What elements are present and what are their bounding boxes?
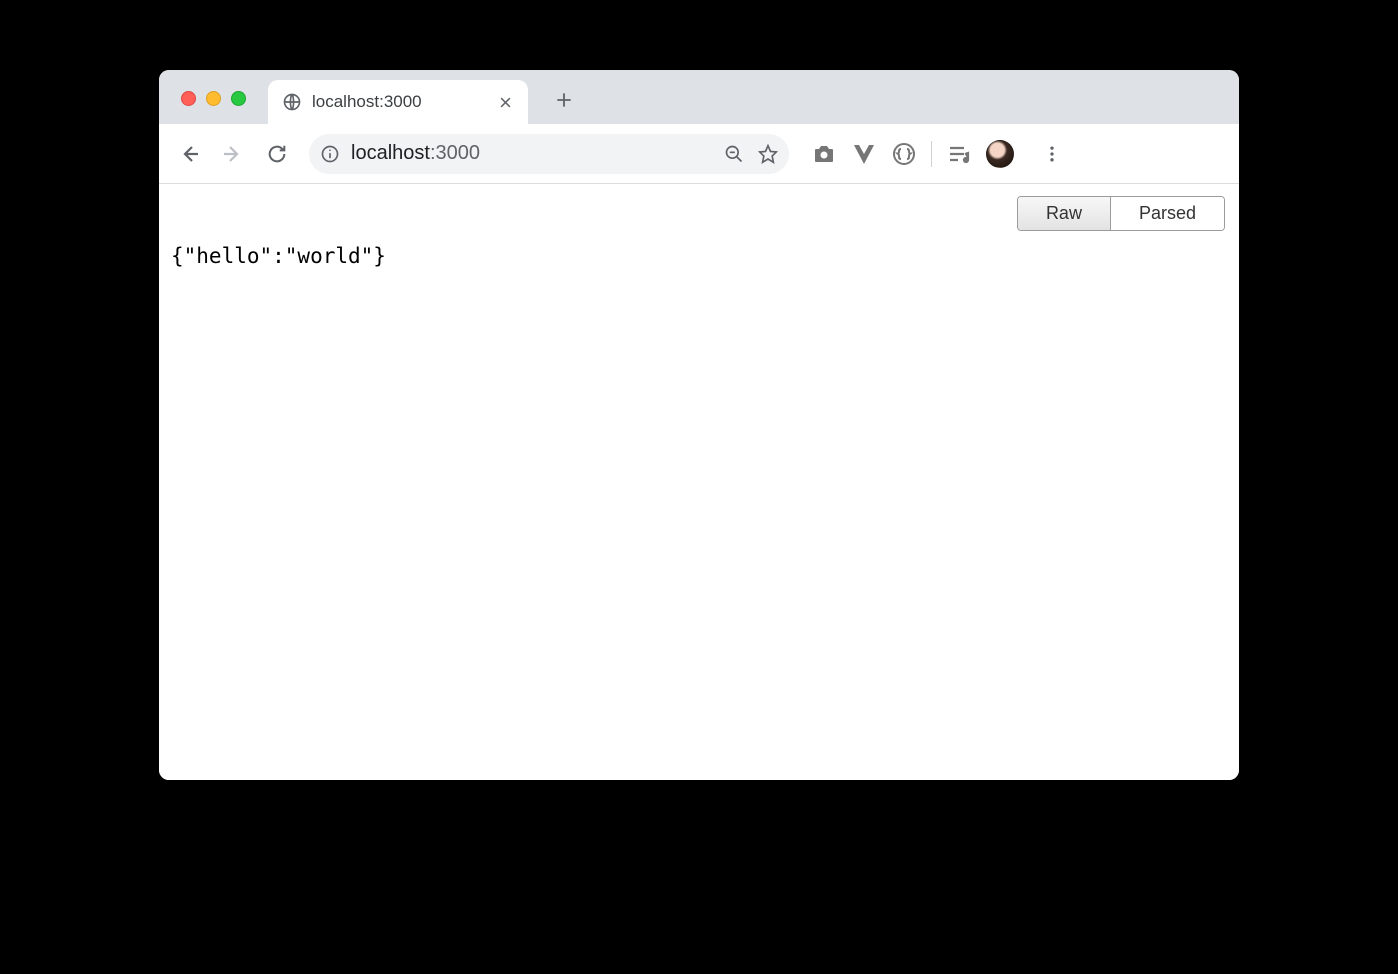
window-close-button[interactable]	[181, 91, 196, 106]
globe-icon	[282, 92, 302, 112]
separator	[931, 141, 932, 167]
json-braces-icon[interactable]	[891, 141, 917, 167]
browser-window: localhost:3000 localhost:3000	[159, 70, 1239, 780]
bookmark-star-icon[interactable]	[757, 143, 779, 165]
back-button[interactable]	[169, 134, 209, 174]
raw-tab[interactable]: Raw	[1018, 197, 1111, 230]
media-playlist-icon[interactable]	[946, 141, 972, 167]
new-tab-button[interactable]	[546, 82, 582, 118]
browser-tab[interactable]: localhost:3000	[268, 80, 528, 124]
address-bar[interactable]: localhost:3000	[309, 134, 789, 174]
browser-menu-icon[interactable]	[1034, 136, 1070, 172]
reload-button[interactable]	[257, 134, 297, 174]
forward-button[interactable]	[213, 134, 253, 174]
browser-toolbar: localhost:3000	[159, 124, 1239, 184]
url-host: localhost	[351, 142, 430, 164]
extensions-area	[811, 136, 1070, 172]
site-info-icon[interactable]	[319, 143, 341, 165]
response-body: {"hello":"world"}	[171, 244, 1227, 268]
parsed-tab[interactable]: Parsed	[1111, 197, 1224, 230]
tab-title: localhost:3000	[312, 92, 486, 112]
window-minimize-button[interactable]	[206, 91, 221, 106]
url-text: localhost:3000	[351, 142, 713, 165]
page-content: Raw Parsed {"hello":"world"}	[159, 184, 1239, 780]
view-toggle: Raw Parsed	[1017, 196, 1225, 231]
window-maximize-button[interactable]	[231, 91, 246, 106]
camera-icon[interactable]	[811, 141, 837, 167]
url-port: :3000	[430, 142, 480, 164]
zoom-out-icon[interactable]	[723, 143, 745, 165]
profile-avatar[interactable]	[986, 140, 1014, 168]
tab-close-icon[interactable]	[496, 93, 514, 111]
vue-icon[interactable]	[851, 141, 877, 167]
tab-strip: localhost:3000	[159, 70, 1239, 124]
window-controls	[173, 91, 254, 124]
